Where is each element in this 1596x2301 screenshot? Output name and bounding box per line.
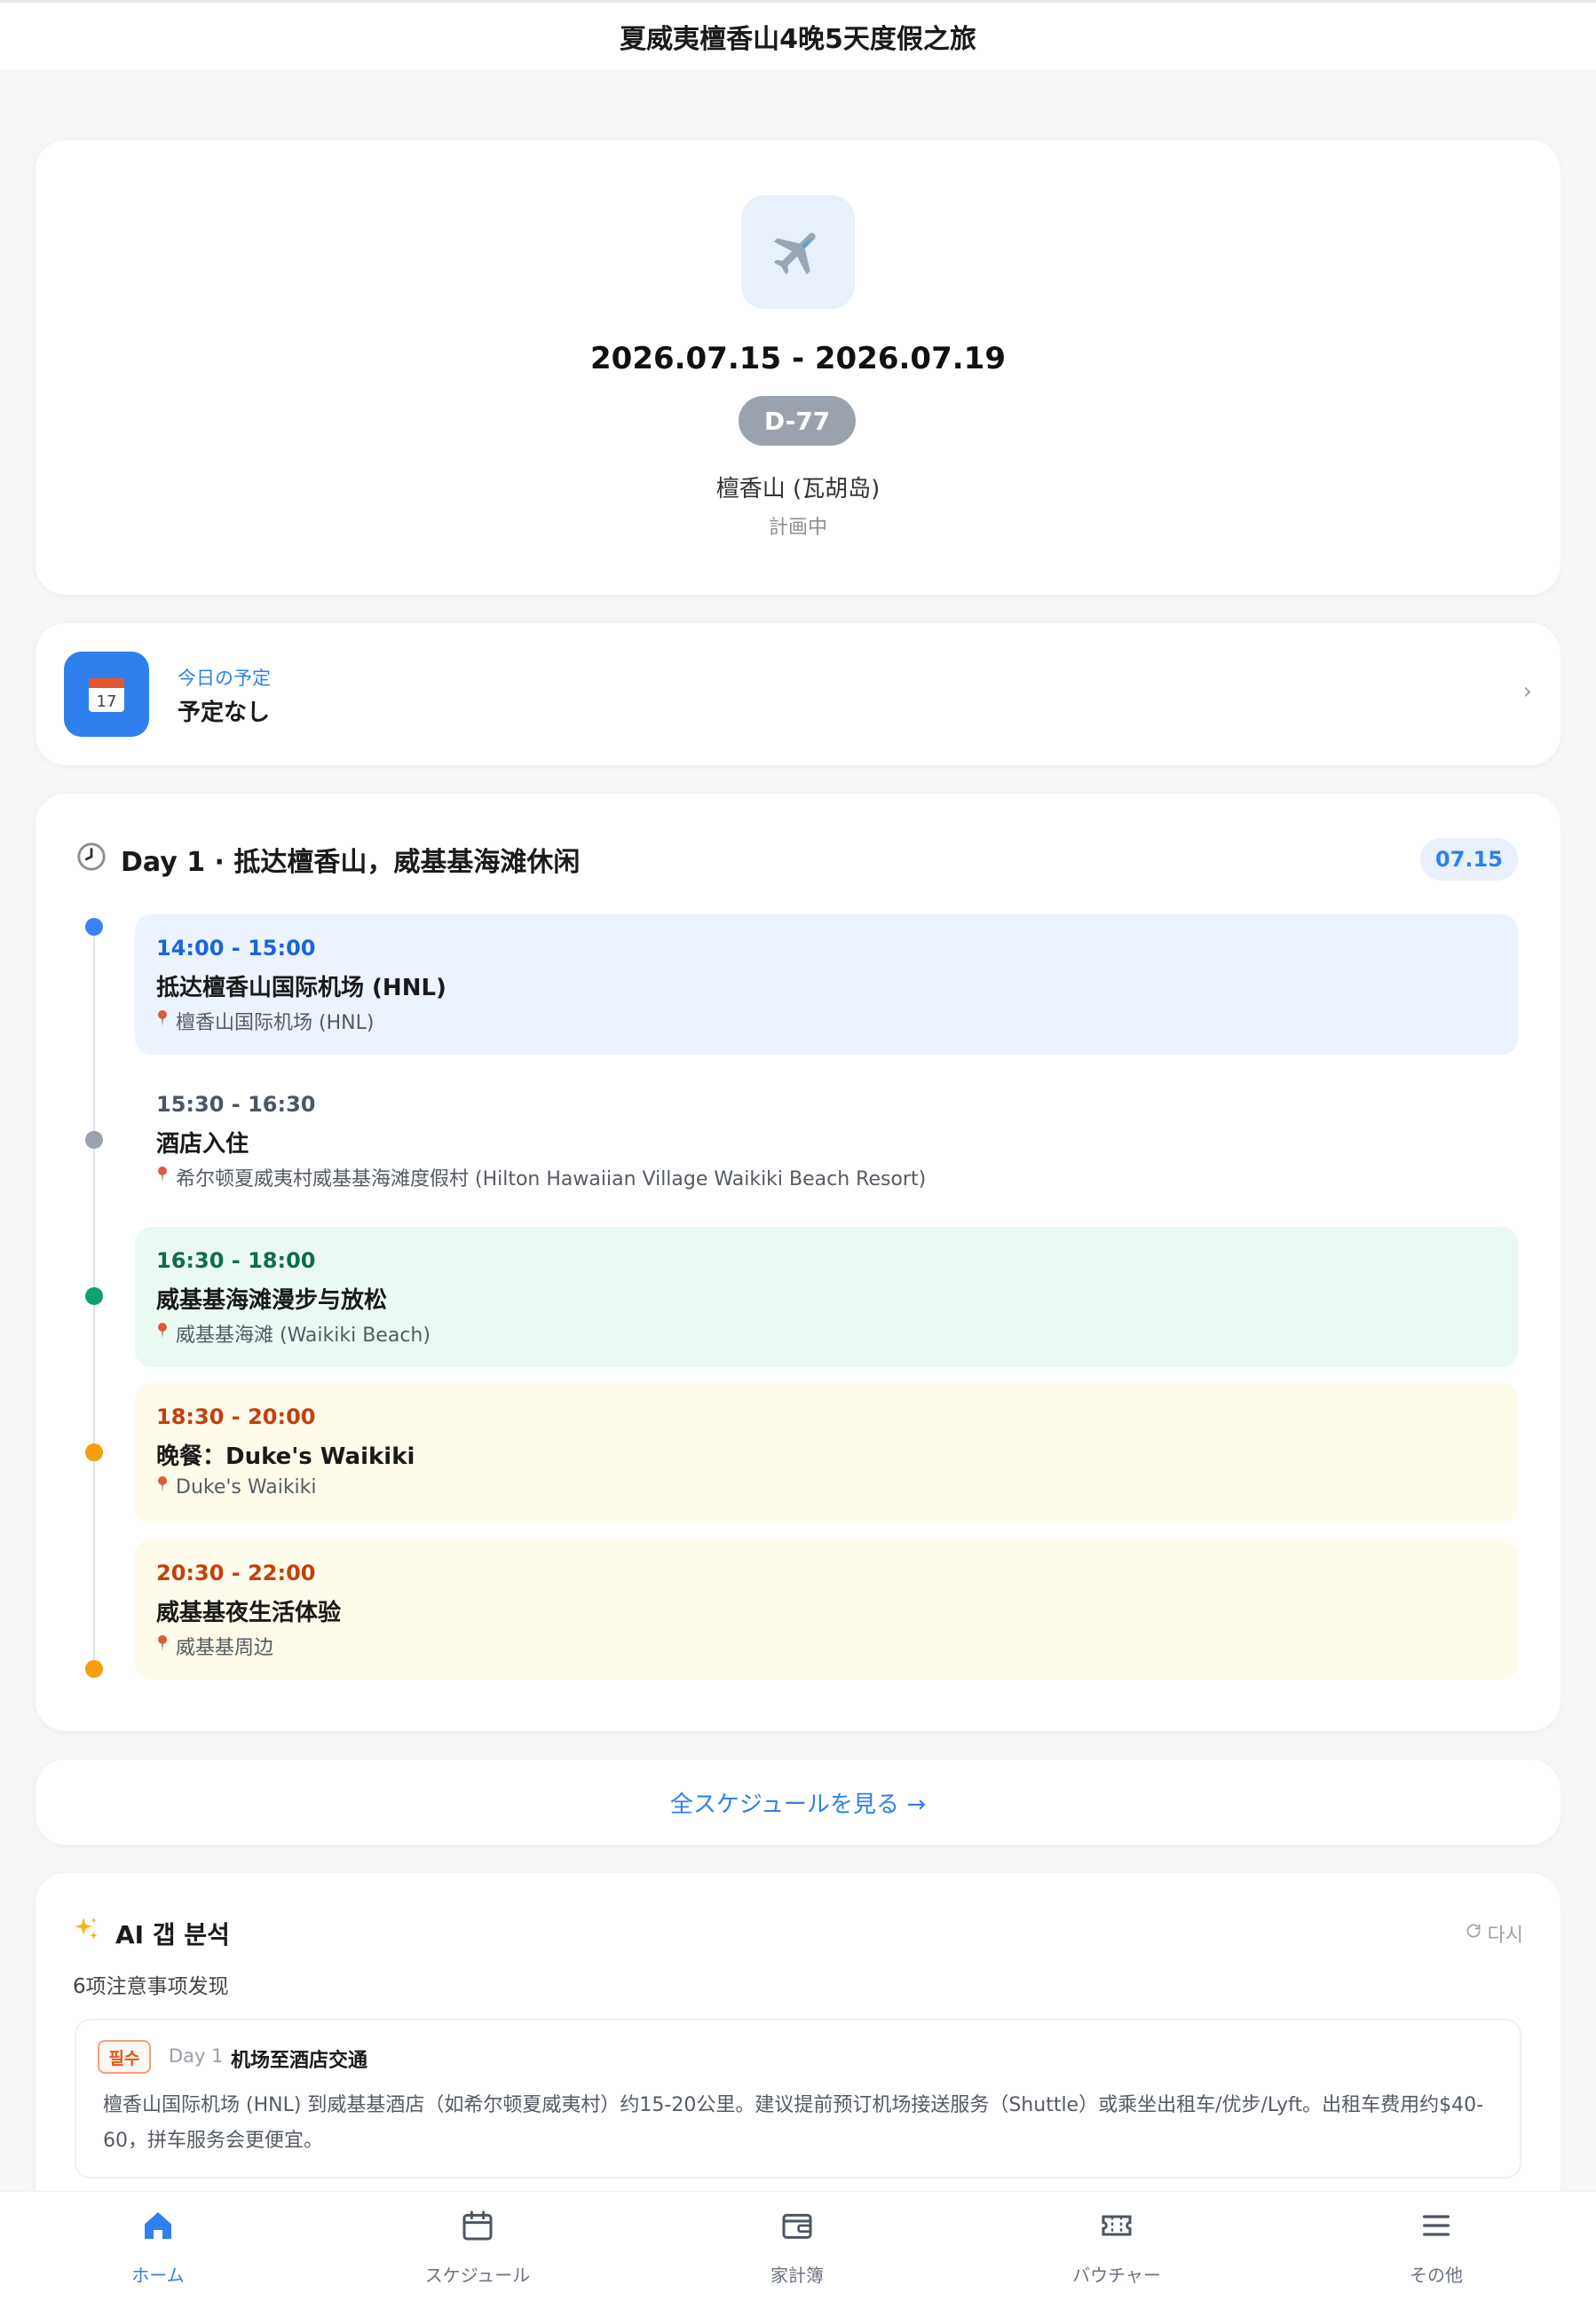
nav-label: その他 (1410, 2265, 1463, 2286)
ai-retry-label: 다시 (1487, 1925, 1523, 1947)
clock-icon (76, 842, 107, 875)
nav-label: スケジュール (424, 2265, 531, 2286)
event-title: 晚餐：Duke's Waikiki (156, 1443, 415, 1470)
day-date-badge: 07.15 (1420, 838, 1518, 881)
nav-label: 家計簿 (770, 2265, 824, 2286)
trip-dates: 2026.07.15 - 2026.07.19 (590, 341, 1006, 376)
sparkles-icon (71, 1914, 101, 1948)
event-location-text: Duke's Waikiki (176, 1475, 317, 1498)
timeline-dot (85, 1131, 103, 1149)
event-location-text: 檀香山国际机场 (HNL) (176, 1012, 375, 1034)
pin-icon (156, 1009, 169, 1032)
nav-item-voucher[interactable]: バウチャー (1019, 2192, 1214, 2301)
event-title: 威基基海滩漫步与放松 (156, 1287, 388, 1314)
nav-label: バウチャー (1072, 2265, 1161, 2286)
home-icon (140, 2208, 176, 2243)
pin-icon (156, 1166, 169, 1189)
nav-item-more[interactable]: その他 (1339, 2192, 1534, 2301)
ai-gap-analysis-card: AI 갭 분석 다시 6项注意事项发现 필수 Day 1 机场至酒店交通 檀香山… (36, 1873, 1560, 2246)
event-time: 20:30 - 22:00 (156, 1561, 316, 1585)
day-title: Day 1 · 抵达檀香山，威基基海滩休闲 (121, 847, 581, 878)
required-badge: 필수 (98, 2040, 151, 2074)
trip-destination: 檀香山 (瓦胡岛) (715, 476, 881, 502)
calendar-icon: 17 (64, 652, 149, 737)
page-title: 夏威夷檀香山4晚5天度假之旅 (620, 23, 976, 55)
event-location: 威基基海滩 (Waikiki Beach) (156, 1319, 431, 1348)
nav-item-schedule[interactable]: スケジュール (380, 2192, 575, 2301)
timeline-dot (85, 1660, 103, 1678)
event-time: 18:30 - 20:00 (156, 1404, 316, 1429)
event-title: 抵达檀香山国际机场 (HNL) (156, 975, 446, 1001)
ai-summary: 6项注意事项发现 (73, 1975, 229, 1998)
calendar-day-number: 17 (97, 692, 117, 711)
schedule-event[interactable]: 16:30 - 18:00 威基基海滩漫步与放松 威基基海滩 (Waikiki … (135, 1227, 1518, 1367)
event-location: 威基基周边 (156, 1632, 273, 1660)
schedule-event[interactable]: 14:00 - 15:00 抵达檀香山国际机场 (HNL) 檀香山国际机场 (H… (135, 914, 1518, 1055)
today-label: 今日の予定 (178, 668, 271, 689)
ai-issue-day: Day 1 (169, 2045, 224, 2067)
bottom-nav: ホーム スケジュール 家計簿 バウチャー その他 (0, 2191, 1596, 2301)
timeline-dot (85, 918, 103, 936)
ticket-icon (1099, 2208, 1134, 2243)
timeline-dot (85, 1287, 103, 1305)
dday-badge: D-77 (739, 396, 856, 446)
trip-status: 計画中 (768, 517, 827, 539)
event-location: Duke's Waikiki (156, 1475, 317, 1498)
event-time: 14:00 - 15:00 (156, 936, 316, 961)
wallet-icon (779, 2208, 815, 2243)
day-schedule-card: Day 1 · 抵达檀香山，威基基海滩休闲 07.15 14:00 - 15:0… (36, 794, 1560, 1731)
event-location-text: 威基基周边 (176, 1637, 274, 1659)
pin-icon (156, 1322, 169, 1345)
event-title: 威基基夜生活体验 (156, 1600, 342, 1626)
trip-summary-card: 2026.07.15 - 2026.07.19 D-77 檀香山 (瓦胡岛) 計… (36, 140, 1560, 595)
today-schedule-card[interactable]: 17 今日の予定 予定なし › (36, 623, 1560, 765)
ai-issue-title: 机场至酒店交通 (231, 2050, 368, 2072)
timeline-dot (85, 1443, 103, 1461)
refresh-icon (1465, 1922, 1482, 1945)
see-all-schedule-button[interactable]: 全スケジュールを見る → (670, 1786, 926, 1819)
calendar-icon (460, 2208, 495, 2243)
chevron-right-icon: › (1522, 678, 1532, 705)
pin-icon (156, 1475, 169, 1498)
schedule-event[interactable]: 20:30 - 22:00 威基基夜生活体验 威基基周边 (135, 1539, 1518, 1680)
ai-section-title: AI 갭 분석 (115, 1920, 230, 1949)
ai-issue-description: 檀香山国际机场 (HNL) 到威基基酒店（如希尔顿夏威夷村）约15-20公里。建… (103, 2094, 1484, 2152)
nav-item-budget[interactable]: 家計簿 (699, 2192, 895, 2301)
app-page: 夏威夷檀香山4晚5天度假之旅 2026.07.15 - 2026.07.19 D… (0, 0, 1596, 2301)
event-time: 16:30 - 18:00 (156, 1248, 316, 1273)
nav-label: ホーム (131, 2265, 185, 2286)
event-time: 15:30 - 16:30 (156, 1092, 316, 1117)
schedule-event[interactable]: 15:30 - 16:30 酒店入住 希尔顿夏威夷村威基基海滩度假村 (Hilt… (135, 1071, 1518, 1211)
event-location-text: 希尔顿夏威夷村威基基海滩度假村 (Hilton Hawaiian Village… (176, 1168, 927, 1190)
event-location: 希尔顿夏威夷村威基基海滩度假村 (Hilton Hawaiian Village… (156, 1163, 926, 1191)
nav-item-home[interactable]: ホーム (60, 2192, 256, 2301)
airplane-icon (741, 195, 855, 309)
event-title: 酒店入住 (156, 1131, 249, 1158)
schedule-event[interactable]: 18:30 - 20:00 晚餐：Duke's Waikiki Duke's W… (135, 1383, 1518, 1523)
ai-retry-button[interactable]: 다시 (1465, 1919, 1523, 1948)
app-header: 夏威夷檀香山4晚5天度假之旅 (0, 0, 1596, 69)
today-value: 予定なし (178, 700, 271, 726)
menu-icon (1418, 2208, 1454, 2243)
see-all-schedule-card[interactable]: 全スケジュールを見る → (36, 1759, 1560, 1845)
ai-issue-item[interactable]: 필수 Day 1 机场至酒店交通 檀香山国际机场 (HNL) 到威基基酒店（如希… (75, 2019, 1521, 2178)
pin-icon (156, 1634, 169, 1657)
event-location-text: 威基基海滩 (Waikiki Beach) (176, 1324, 431, 1347)
event-location: 檀香山国际机场 (HNL) (156, 1007, 374, 1035)
